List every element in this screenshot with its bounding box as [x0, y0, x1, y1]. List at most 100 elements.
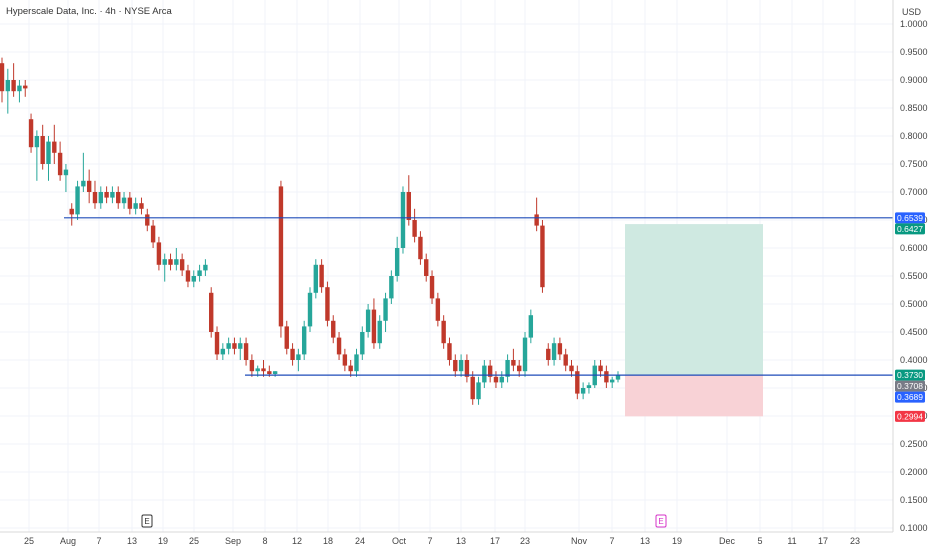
price-chart[interactable]: 1.0000 0.9500 0.9000 0.8500 0.8000 0.7500 0.70… [0, 0, 932, 550]
price-tag: 0.3708 [895, 380, 925, 392]
candle-body [400, 192, 406, 248]
candle[interactable] [325, 281, 330, 327]
time-tick-label: 11 [787, 536, 796, 546]
candle-body [267, 371, 272, 374]
time-tick-label: 17 [818, 536, 828, 546]
candle-body [214, 332, 220, 355]
chart-title: Hyperscale Data, Inc. · 4h · NYSE Arca [6, 6, 173, 17]
candle[interactable] [75, 180, 80, 220]
earnings-icon[interactable]: E [141, 514, 153, 528]
time-tick-label: 7 [96, 536, 101, 546]
candle[interactable] [400, 186, 406, 254]
candle-body [609, 379, 615, 383]
candle-body [342, 354, 348, 366]
candle[interactable] [522, 332, 528, 377]
loss-zone[interactable] [625, 375, 763, 417]
candle-body [348, 365, 353, 372]
time-tick-label: 25 [24, 536, 34, 546]
time-tick-label: Oct [392, 536, 407, 546]
time-tick-label: 7 [427, 536, 432, 546]
time-tick-label: Aug [60, 536, 76, 546]
price-tick-label: 0.5000 [900, 299, 928, 309]
candle-body [272, 371, 278, 374]
candle-body [104, 192, 109, 198]
time-tick-label: 13 [640, 536, 650, 546]
candle-body [482, 365, 487, 383]
candle-body [598, 365, 603, 372]
price-tag-label: 0.6539 [897, 213, 923, 223]
candle-body [133, 203, 138, 209]
price-tag-label: 0.3708 [897, 381, 923, 391]
candle-body [110, 192, 115, 198]
time-tick-label: 13 [127, 536, 137, 546]
candle-body [493, 376, 499, 383]
candle-body [371, 309, 377, 344]
price-tag: 0.2994 [895, 410, 925, 422]
price-tag: 0.6427 [895, 223, 925, 235]
candle[interactable] [307, 287, 313, 332]
price-tick-label: 0.9500 [900, 47, 928, 57]
time-tick-label: 17 [490, 536, 500, 546]
price-tick-label: 0.2000 [900, 467, 928, 477]
candle[interactable] [540, 220, 545, 293]
candle-body [296, 354, 301, 360]
candle-body [57, 152, 63, 176]
profit-zone[interactable] [625, 224, 763, 376]
candle-body [429, 276, 435, 299]
candle-body [557, 343, 563, 355]
candle-body [185, 270, 191, 282]
candle-body [226, 343, 231, 349]
candle[interactable] [28, 113, 34, 153]
candle[interactable] [209, 287, 214, 338]
price-tick-label: 1.0000 [900, 19, 928, 29]
candle-body [121, 197, 127, 204]
currency-label[interactable]: USD [902, 7, 922, 17]
candle-body [290, 348, 295, 360]
candle-body [23, 85, 28, 89]
candle-body [5, 80, 11, 92]
price-tick-label: 0.7000 [900, 187, 928, 197]
candle-body [464, 360, 470, 377]
price-tick-label: 0.7500 [900, 159, 928, 169]
candle-body [40, 136, 45, 164]
candle-body [156, 242, 162, 265]
price-tick-label: 0.8000 [900, 131, 928, 141]
candle-body [424, 259, 429, 276]
candle-body [98, 192, 103, 204]
candle[interactable] [313, 259, 319, 299]
upcoming-earnings-icon[interactable]: E [655, 514, 667, 528]
candle-body [278, 186, 284, 327]
candle-body [615, 375, 621, 380]
candle-body [197, 270, 202, 276]
candle[interactable] [278, 180, 284, 338]
time-tick-label: 23 [850, 536, 860, 546]
candle-body [453, 360, 458, 372]
time-tick-label: 19 [672, 536, 682, 546]
candle-body [75, 186, 80, 215]
candle[interactable] [301, 320, 307, 360]
candle-body [435, 298, 441, 321]
candle-body [63, 169, 69, 176]
candle-body [203, 264, 208, 271]
candle-body [389, 276, 394, 299]
candle-body [69, 208, 74, 215]
candle-body [243, 343, 249, 360]
candle-body [551, 343, 557, 360]
candle-body [604, 371, 609, 383]
candle-body [249, 360, 255, 372]
candle-body [319, 264, 324, 288]
price-tag: 0.6539 [895, 212, 925, 224]
time-tick-label: 23 [520, 536, 530, 546]
candle-body [86, 180, 92, 192]
time-tick-label: 18 [323, 536, 333, 546]
candle-body [325, 287, 330, 321]
price-tick-label: 0.5500 [900, 271, 928, 281]
time-tick-label: 13 [456, 536, 466, 546]
candle-body [534, 214, 539, 226]
candle-body [179, 259, 185, 271]
candle-body [336, 337, 342, 355]
candle-body [441, 320, 446, 344]
time-tick-label: 5 [757, 536, 762, 546]
price-tick-label: 0.2500 [900, 439, 928, 449]
candle-body [284, 326, 289, 349]
